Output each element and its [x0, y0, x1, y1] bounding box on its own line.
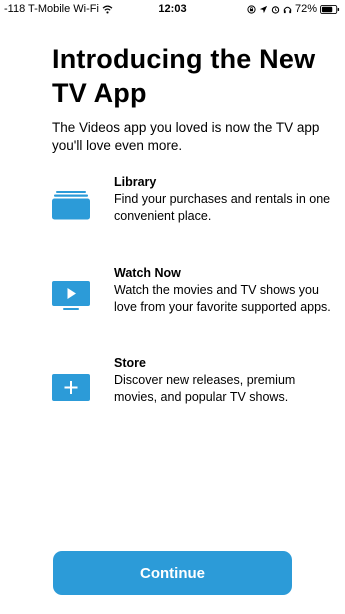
feature-heading: Watch Now: [114, 266, 181, 280]
continue-button[interactable]: Continue: [53, 551, 292, 595]
feature-description: Discover new releases, premium movies, a…: [114, 373, 296, 404]
feature-library-text: Library Find your purchases and rentals …: [114, 174, 339, 225]
page-title: Introducing the New TV App: [52, 44, 316, 108]
battery-percent: 72%: [294, 3, 317, 15]
feature-library: Library Find your purchases and rentals …: [52, 174, 332, 244]
feature-description: Find your purchases and rentals in one c…: [114, 192, 331, 223]
status-bar: -118 T-Mobile Wi-Fi 12:03 72%: [0, 0, 345, 20]
status-right: 72%: [247, 3, 340, 15]
feature-store: Store Discover new releases, premium mov…: [52, 355, 332, 425]
headphones-icon: [283, 6, 292, 13]
feature-heading: Library: [114, 175, 157, 189]
plus-box-icon: [52, 374, 90, 401]
feature-watch-now-text: Watch Now Watch the movies and TV shows …: [114, 265, 339, 316]
feature-heading: Store: [114, 356, 146, 370]
rotation-lock-icon: [247, 4, 256, 14]
alarm-icon: [271, 5, 280, 14]
library-stack-icon: [52, 191, 90, 220]
page-subtitle: The Videos app you loved is now the TV a…: [52, 120, 320, 153]
location-icon: [259, 5, 268, 13]
battery-icon: [320, 4, 340, 14]
feature-store-text: Store Discover new releases, premium mov…: [114, 355, 339, 406]
feature-watch-now: Watch Now Watch the movies and TV shows …: [52, 265, 332, 335]
feature-description: Watch the movies and TV shows you love f…: [114, 283, 331, 314]
play-screen-icon: [52, 281, 90, 310]
